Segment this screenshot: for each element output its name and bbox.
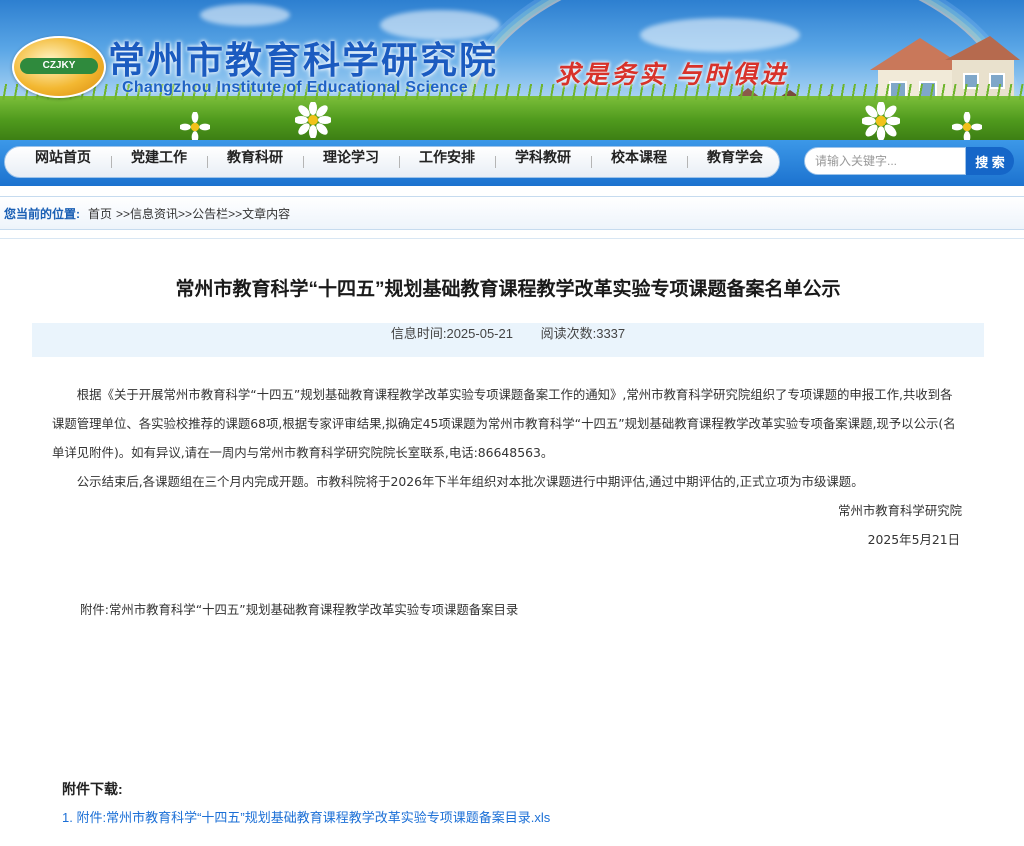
site-subtitle: Changzhou Institute of Educational Scien… [122, 79, 468, 96]
slogan: 求是务实 与时俱进 [555, 62, 789, 89]
publish-time-label: 信息时间: [390, 326, 447, 341]
nav-menu: 网站首页 党建工作 教育科研 理论学习 工作安排 学科教研 校本课程 教育学会 [4, 146, 780, 178]
daisy-icon [295, 102, 331, 138]
nav-item-school-curriculum[interactable]: 校本课程 [591, 147, 687, 177]
breadcrumb: 您当前的位置: 首页 >>信息资讯 >>公告栏 >>文章内容 [0, 196, 1024, 230]
publish-time: 2025-05-21 [446, 326, 513, 341]
article-meta: 信息时间:2025-05-21 阅读次数:3337 [32, 323, 984, 357]
breadcrumb-label: 您当前的位置: [4, 206, 80, 221]
view-count: 3337 [596, 326, 626, 341]
divider [0, 238, 1024, 239]
search-button[interactable]: 搜 索 [966, 147, 1014, 175]
article-paragraph: 根据《关于开展常州市教育科学“十四五”规划基础教育课程教学改革实验专项课题备案工… [52, 387, 956, 460]
site-title: 常州市教育科学研究院 [108, 40, 498, 81]
institute-logo: CZJKY [12, 36, 106, 98]
signature-date: 2025年5月21日 [867, 532, 960, 547]
site-header-banner: CZJKY 常州市教育科学研究院 Changzhou Institute of … [0, 0, 1024, 140]
article-body: 根据《关于开展常州市教育科学“十四五”规划基础教育课程教学改革实验专项课题备案工… [52, 380, 964, 554]
daisy-icon [180, 112, 210, 140]
logo-text: CZJKY [20, 58, 98, 74]
nav-item-work-schedule[interactable]: 工作安排 [399, 147, 495, 177]
daisy-icon [862, 102, 900, 140]
main-navigation: 网站首页 党建工作 教育科研 理论学习 工作安排 学科教研 校本课程 教育学会 … [0, 140, 1024, 186]
downloads-heading: 附件下载: [62, 781, 123, 797]
nav-item-party-building[interactable]: 党建工作 [111, 147, 207, 177]
breadcrumb-news-link[interactable]: >>信息资讯 [116, 205, 178, 222]
breadcrumb-home-link[interactable]: 首页 [88, 205, 112, 222]
nav-item-subject-teaching[interactable]: 学科教研 [495, 147, 591, 177]
nav-item-education-society[interactable]: 教育学会 [687, 147, 783, 177]
nav-item-theory-study[interactable]: 理论学习 [303, 147, 399, 177]
search-input[interactable] [804, 147, 966, 175]
attachment-download-link[interactable]: 1. 附件:常州市教育科学“十四五”规划基础教育课程教学改革实验专项课题备案目录… [62, 807, 550, 826]
article-title: 常州市教育科学“十四五”规划基础教育课程教学改革实验专项课题备案名单公示 [175, 279, 841, 300]
attachment-note: 附件:常州市教育科学“十四五”规划基础教育课程教学改革实验专项课题备案目录 [80, 602, 519, 617]
breadcrumb-current: >>文章内容 [228, 206, 291, 221]
daisy-icon [952, 112, 982, 140]
nav-item-education-research[interactable]: 教育科研 [207, 147, 303, 177]
cloud-decoration [200, 4, 290, 26]
view-count-label: 阅读次数: [540, 326, 597, 341]
breadcrumb-bulletin-link[interactable]: >>公告栏 [178, 205, 228, 222]
article-paragraph: 公示结束后,各课题组在三个月内完成开题。市教科院将于2026年下半年组织对本批次… [76, 474, 864, 489]
signature-organization: 常州市教育科学研究院 [838, 503, 962, 518]
nav-item-home[interactable]: 网站首页 [5, 147, 111, 177]
